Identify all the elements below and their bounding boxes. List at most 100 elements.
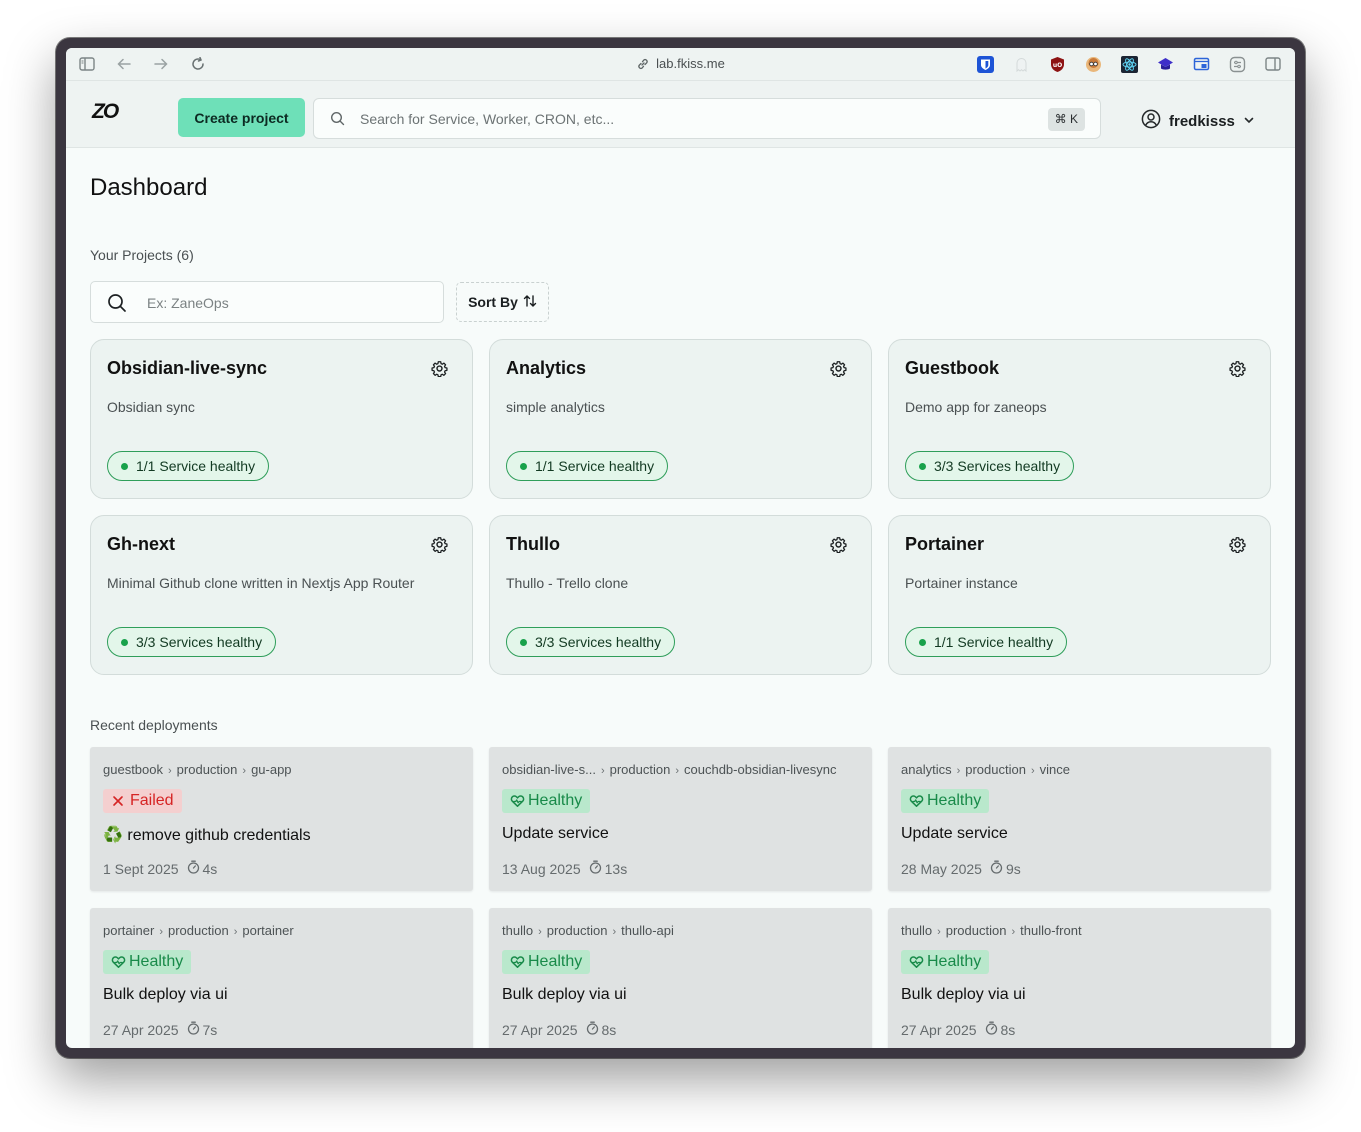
status-dot-icon (919, 639, 926, 646)
ublock-ext-icon[interactable]: uO (1049, 56, 1066, 73)
project-card[interactable]: Obsidian-live-sync Obsidian sync 1/1 Servi… (90, 339, 473, 499)
deployment-meta: 28 May 2025 9s (901, 860, 1021, 877)
deployment-date: 27 Apr 2025 (502, 1021, 578, 1038)
project-name[interactable]: Portainer (905, 534, 984, 555)
breadcrumb-item[interactable]: production (177, 762, 238, 777)
gear-icon[interactable] (431, 360, 448, 382)
breadcrumb-item[interactable]: production (168, 923, 229, 938)
deployment-date: 1 Sept 2025 (103, 860, 179, 877)
chevron-right-icon: › (1030, 765, 1035, 777)
close-icon (111, 793, 125, 817)
graduation-ext-icon[interactable] (1157, 56, 1174, 73)
health-badge-label: 1/1 Service healthy (136, 458, 256, 474)
sort-by-button[interactable]: Sort By (456, 282, 549, 322)
breadcrumb-item[interactable]: thullo-api (621, 923, 674, 938)
recent-deployments-label: Recent deployments (90, 717, 218, 733)
window-ext-icon[interactable] (1193, 56, 1210, 73)
breadcrumb-item[interactable]: obsidian-live-s... (502, 762, 596, 777)
timer-icon (589, 860, 602, 877)
project-name[interactable]: Obsidian-live-sync (107, 358, 267, 379)
react-devtools-ext-icon[interactable] (1121, 56, 1138, 73)
gear-icon[interactable] (1229, 360, 1246, 382)
deployment-card[interactable]: obsidian-live-s... › production › couchdb-ob… (489, 747, 872, 891)
bitwarden-ext-icon[interactable] (977, 56, 994, 73)
project-card[interactable]: Analytics simple analytics 1/1 Service hea… (489, 339, 872, 499)
breadcrumb-item[interactable]: analytics (901, 762, 952, 777)
project-card[interactable]: Portainer Portainer instance 1/1 Service h… (888, 515, 1271, 675)
breadcrumb-item[interactable]: couchdb-obsidian-livesync (684, 762, 836, 777)
project-name[interactable]: Analytics (506, 358, 586, 379)
commit-message: Bulk deploy via ui (502, 986, 627, 1003)
timer-icon (586, 1021, 599, 1038)
sort-label: Sort By (468, 294, 518, 310)
avatar-ext-icon[interactable] (1085, 56, 1102, 73)
breadcrumb-item[interactable]: production (610, 762, 671, 777)
breadcrumb-item[interactable]: portainer (242, 923, 293, 938)
breadcrumb-item[interactable]: production (946, 923, 1007, 938)
status-badge: Failed (103, 789, 182, 813)
health-badge-label: 3/3 Services healthy (136, 634, 263, 650)
breadcrumb-item[interactable]: gu-app (251, 762, 291, 777)
link-icon (636, 57, 650, 74)
sort-arrows-icon (523, 294, 537, 311)
project-description: Minimal Github clone written in Nextjs A… (107, 575, 415, 591)
breadcrumb-item[interactable]: thullo (901, 923, 932, 938)
gear-icon[interactable] (1229, 536, 1246, 558)
chevron-right-icon: › (242, 765, 247, 777)
project-description: Demo app for zaneops (905, 399, 1047, 415)
gear-icon[interactable] (830, 536, 847, 558)
deployment-card[interactable]: analytics › production › vince Healthy Update … (888, 747, 1271, 891)
project-name[interactable]: Guestbook (905, 358, 999, 379)
timer-icon (990, 860, 1003, 877)
deployment-date: 28 May 2025 (901, 860, 982, 877)
commit-message: Bulk deploy via ui (103, 986, 228, 1003)
settings-ext-icon[interactable] (1229, 56, 1246, 73)
user-menu[interactable]: fredkisss (1141, 109, 1255, 133)
gear-icon[interactable] (431, 536, 448, 558)
breadcrumb-item[interactable]: thullo (502, 923, 533, 938)
health-badge-label: 3/3 Services healthy (535, 634, 662, 650)
deployment-card[interactable]: thullo › production › thullo-front Healthy Bul… (888, 908, 1271, 1048)
status-badge: Healthy (502, 950, 591, 974)
deployment-duration: 8s (586, 1021, 616, 1038)
deployment-meta: 1 Sept 2025 4s (103, 860, 217, 877)
project-name[interactable]: Thullo (506, 534, 560, 555)
global-search[interactable]: ⌘ K (313, 98, 1101, 139)
deployment-date: 27 Apr 2025 (901, 1021, 977, 1038)
heart-pulse-icon (909, 793, 924, 817)
breadcrumb-item[interactable]: production (965, 762, 1026, 777)
create-project-button[interactable]: Create project (178, 98, 305, 137)
project-card[interactable]: Gh-next Minimal Github clone written in N… (90, 515, 473, 675)
status-label: Healthy (528, 953, 583, 970)
duration-value: 7s (202, 1021, 218, 1038)
global-search-input[interactable] (360, 108, 1000, 130)
username: fredkisss (1169, 112, 1235, 130)
breadcrumb: obsidian-live-s... › production › couchdb-ob… (502, 762, 836, 777)
breadcrumb-item[interactable]: portainer (103, 923, 154, 938)
health-badge-label: 1/1 Service healthy (934, 634, 1054, 650)
deployment-card[interactable]: thullo › production › thullo-api Healthy Bulk … (489, 908, 872, 1048)
commit-message: ♻️ remove github credentials (103, 827, 311, 844)
address-bar[interactable]: lab.fkiss.me (66, 56, 1295, 74)
gear-icon[interactable] (830, 360, 847, 382)
project-card[interactable]: Thullo Thullo - Trello clone 3/3 Services … (489, 515, 872, 675)
deployment-card[interactable]: portainer › production › portainer Healthy Bul… (90, 908, 473, 1048)
svg-text:uO: uO (1053, 62, 1062, 69)
ghost-ext-icon[interactable] (1013, 56, 1030, 73)
breadcrumb-item[interactable]: guestbook (103, 762, 163, 777)
chevron-down-icon (1243, 113, 1255, 130)
project-card[interactable]: Guestbook Demo app for zaneops 3/3 Service… (888, 339, 1271, 499)
search-icon (107, 293, 127, 318)
chevron-right-icon: › (956, 765, 961, 777)
breadcrumb-item[interactable]: production (547, 923, 608, 938)
app-logo[interactable]: ZO (92, 100, 119, 124)
split-view-icon[interactable] (1265, 56, 1281, 72)
project-search-input[interactable] (147, 292, 427, 314)
search-icon (330, 111, 345, 131)
commit-message: Bulk deploy via ui (901, 986, 1026, 1003)
project-name[interactable]: Gh-next (107, 534, 175, 555)
project-search[interactable] (90, 281, 444, 323)
breadcrumb-item[interactable]: thullo-front (1020, 923, 1081, 938)
deployment-card[interactable]: guestbook › production › gu-app Failed ♻️ remo… (90, 747, 473, 891)
breadcrumb-item[interactable]: vince (1040, 762, 1070, 777)
